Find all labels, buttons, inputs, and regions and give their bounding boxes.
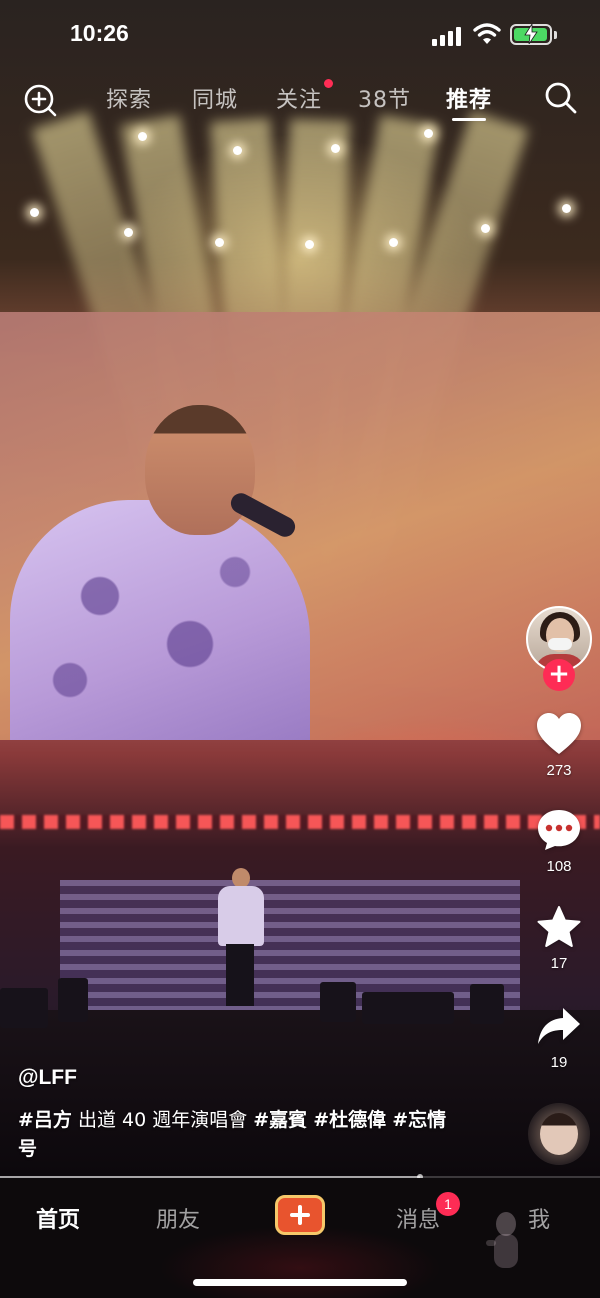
hashtag[interactable]: #嘉賓 [253,1109,307,1131]
stage-stairs [60,880,520,1010]
stage-speaker [470,984,504,1024]
active-tab-indicator [452,118,486,121]
create-button[interactable] [275,1195,325,1235]
favorite-button[interactable]: 17 [524,905,594,972]
stage-spotlight [215,238,224,247]
tab-following[interactable]: 关注 [276,82,322,114]
heart-icon [537,713,581,754]
tab-explore[interactable]: 探索 [106,82,152,114]
cellular-signal-icon [432,26,464,46]
share-arrow-icon [538,1008,580,1044]
follow-button[interactable]: + [543,659,575,691]
stage-speaker [320,982,356,1022]
following-notification-dot [324,79,333,88]
video-player[interactable] [0,0,600,1178]
hashtag[interactable]: #杜德偉 [313,1109,386,1131]
clock: 10:26 [70,20,129,46]
like-count: 273 [546,762,572,779]
share-count: 19 [550,1054,568,1071]
bottom-tab-bar: 首页 朋友 消息 1 我 [0,1178,600,1298]
tab-friends[interactable]: 朋友 [156,1202,200,1234]
stage-speaker [362,992,454,1024]
tab-me[interactable]: 我 [528,1202,550,1234]
messages-badge: 1 [436,1192,460,1216]
status-bar: 10:26 [0,0,600,70]
mascot-decoration-icon [486,1212,518,1268]
comment-button[interactable]: 108 [524,808,594,875]
add-circle-search-icon[interactable] [22,82,58,118]
stage-spotlight [124,228,133,237]
author-username[interactable]: @LFF [18,1066,77,1090]
plus-icon-vertical [298,1205,302,1225]
comment-icon [538,810,580,850]
hashtag[interactable]: #吕方 [18,1109,72,1131]
tab-messages[interactable]: 消息 [396,1202,440,1234]
stage-spotlight [138,132,147,141]
tab-38-festival[interactable]: 38节 [358,82,411,114]
tab-home[interactable]: 首页 [36,1202,80,1234]
stage-spotlight [331,144,340,153]
stage-spotlight [424,129,433,138]
battery-cap [554,31,557,39]
stage-speaker [0,988,48,1028]
share-button[interactable]: 19 [524,1006,594,1071]
singer-head [145,405,255,535]
stage-spotlight [389,238,398,247]
star-icon [537,906,581,947]
tab-recommended[interactable]: 推荐 [446,82,492,114]
music-disc-icon[interactable] [528,1103,590,1165]
comment-count: 108 [546,858,572,875]
home-indicator [193,1279,407,1286]
top-nav: 探索 同城 关注 38节 推荐 [0,72,600,124]
stage-spotlight [481,224,490,233]
stage-spotlight [30,208,39,217]
battery-icon [510,24,552,45]
singer-on-stage [212,868,268,1010]
like-button[interactable]: 273 [524,712,594,779]
search-icon[interactable] [543,80,579,116]
video-caption: #吕方 出道 40 週年演唱會 #嘉賓 #杜德偉 #忘情号 [18,1106,448,1164]
stage-light-strip [0,815,600,829]
favorite-count: 17 [550,955,568,972]
wifi-icon [473,23,501,44]
caption-text: 出道 40 週年演唱會 [71,1109,254,1131]
stage-speaker [58,978,88,1022]
stage-spotlight [562,204,571,213]
tab-nearby[interactable]: 同城 [192,82,238,114]
stage-spotlight [305,240,314,249]
stage-spotlight [233,146,242,155]
